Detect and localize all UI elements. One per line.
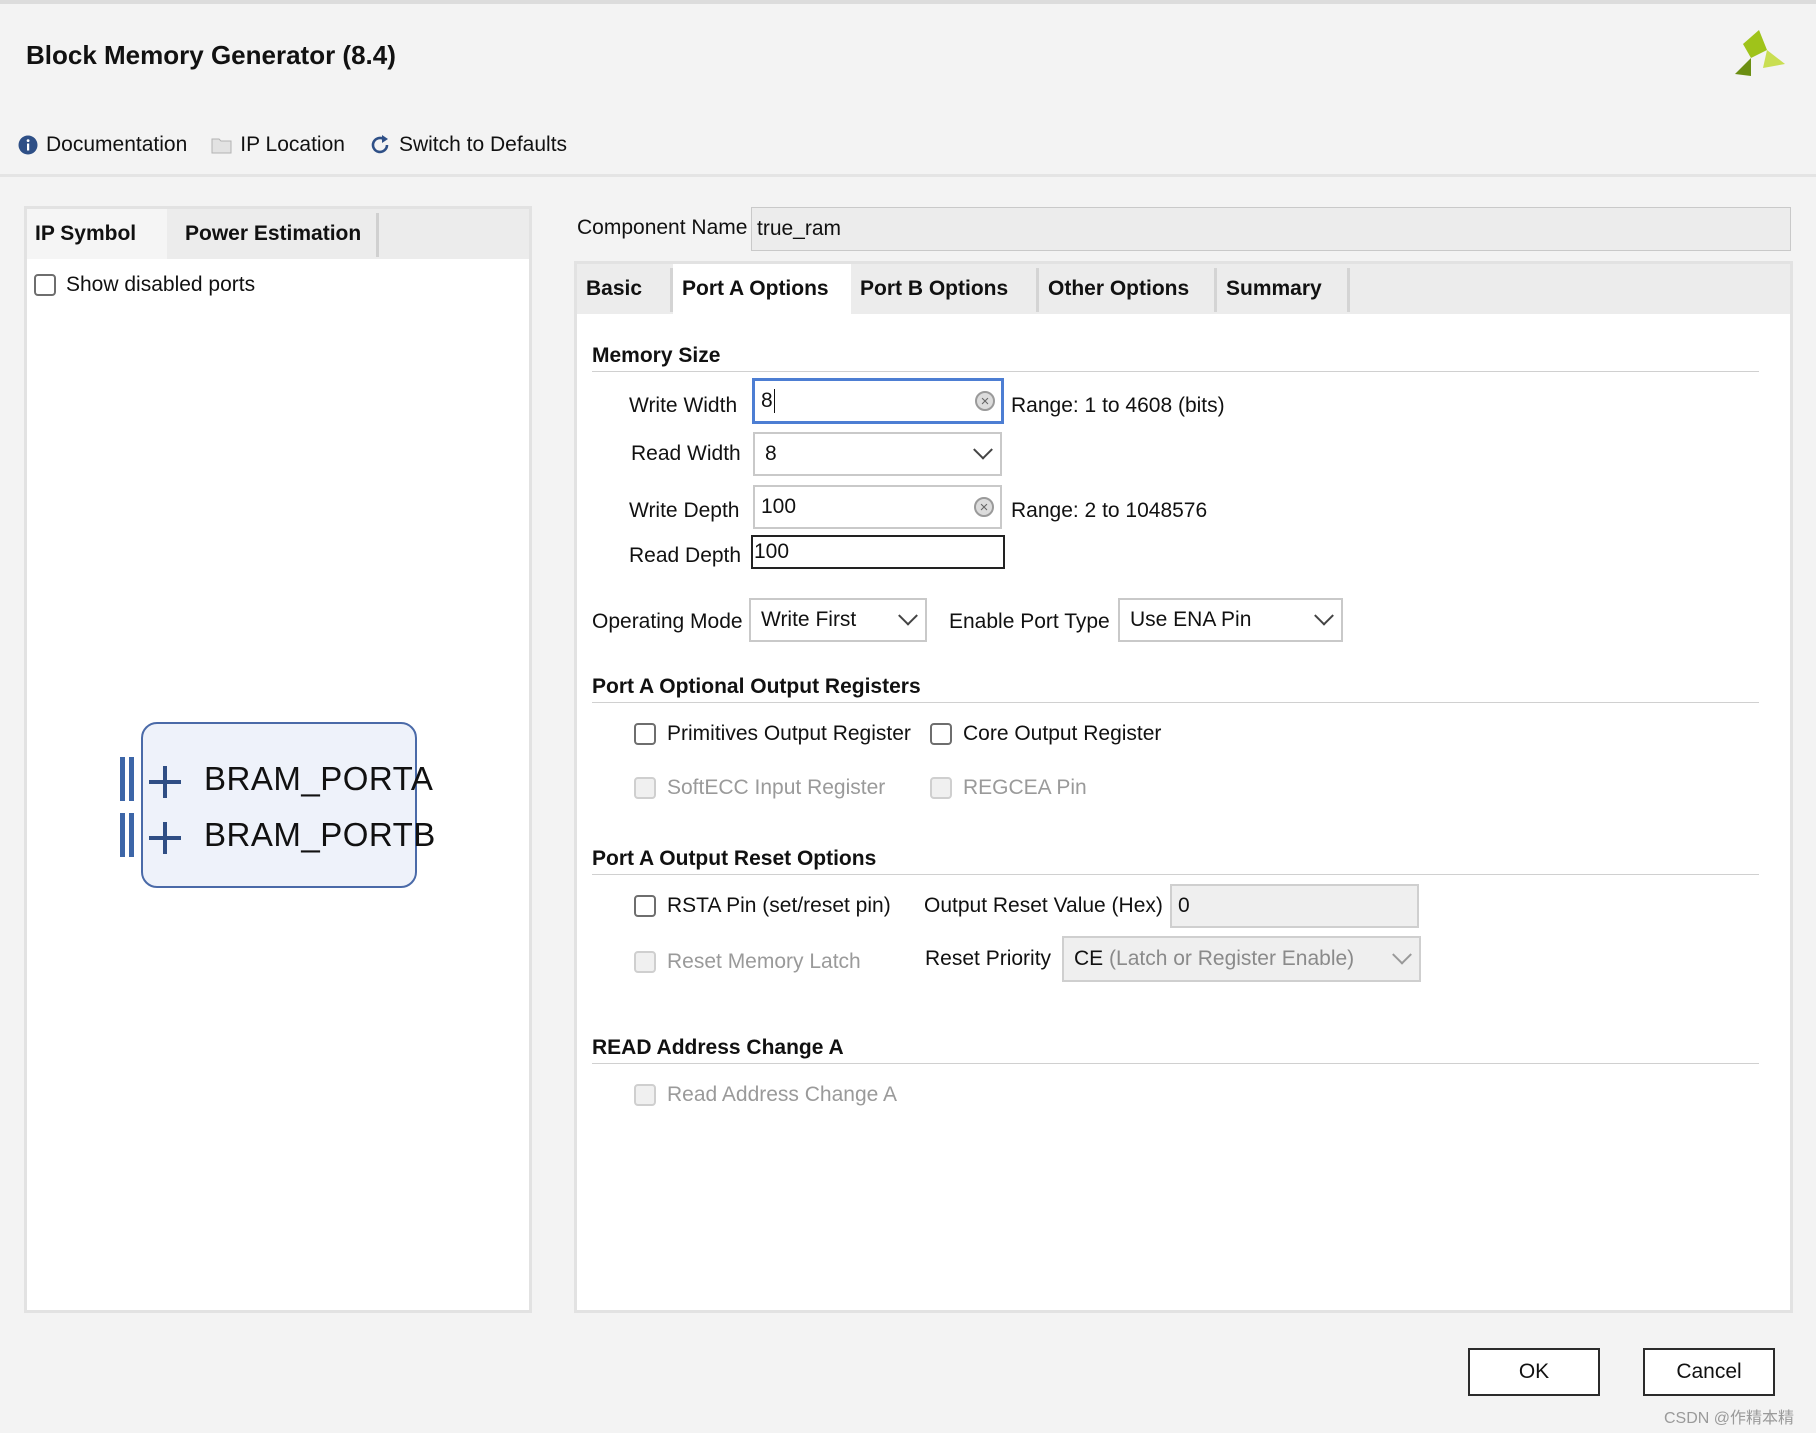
toolbar: Documentation IP Location Switch to Defa… [18, 130, 591, 160]
chevron-down-icon [898, 605, 918, 626]
operating-mode-select[interactable]: Write First [749, 598, 927, 642]
reset-priority-select[interactable]: CE (Latch or Register Enable) [1062, 936, 1421, 982]
ok-button[interactable]: OK [1468, 1348, 1600, 1396]
port-label-bram-porta: BRAM_PORTA [204, 760, 434, 797]
tab-other-options[interactable]: Other Options [1039, 264, 1217, 314]
write-depth-value: 100 [761, 495, 797, 518]
reset-priority-label: Reset Priority [925, 947, 1052, 970]
show-disabled-ports-checkbox[interactable] [34, 274, 56, 296]
tab-basic[interactable]: Basic [577, 264, 673, 314]
switch-to-defaults-label: Switch to Defaults [398, 133, 568, 156]
reset-memory-latch-label: Reset Memory Latch [667, 950, 861, 973]
ip-location-label: IP Location [240, 133, 345, 156]
component-name-label: Component Name [577, 216, 748, 239]
documentation-button[interactable]: Documentation [18, 133, 187, 157]
operating-mode-label: Operating Mode [592, 610, 743, 633]
write-width-range: Range: 1 to 4608 (bits) [1011, 394, 1225, 417]
component-name-field[interactable]: true_ram [751, 207, 1791, 251]
softecc-input-register-label: SoftECC Input Register [667, 776, 886, 799]
rsta-pin-checkbox[interactable] [634, 895, 656, 917]
read-width-select[interactable]: 8 [753, 432, 1002, 476]
switch-to-defaults-button[interactable]: Switch to Defaults [369, 133, 567, 157]
write-width-input[interactable]: 8 × [752, 378, 1004, 424]
tab-separator [1347, 268, 1350, 312]
section-divider [592, 874, 1759, 875]
port-b-bus-bar [120, 813, 125, 857]
section-divider [592, 702, 1759, 703]
write-width-value: 8 [761, 389, 773, 412]
enable-port-type-select[interactable]: Use ENA Pin [1118, 598, 1343, 642]
read-address-change-label: Read Address Change A [667, 1083, 897, 1106]
operating-mode-value: Write First [761, 608, 857, 631]
port-label-bram-portb: BRAM_PORTB [204, 816, 436, 853]
read-address-change-heading: READ Address Change A [592, 1036, 844, 1059]
chevron-down-icon [1392, 944, 1412, 965]
clear-icon[interactable]: × [974, 497, 994, 517]
memory-size-heading: Memory Size [592, 344, 721, 367]
regcea-pin-checkbox[interactable] [930, 777, 952, 799]
ip-symbol-block [141, 722, 417, 888]
read-depth-field[interactable]: 100 [751, 535, 1005, 569]
port-b-bus-bar [129, 813, 134, 857]
write-depth-input[interactable]: 100 × [753, 485, 1002, 529]
show-disabled-ports-label: Show disabled ports [66, 273, 256, 296]
port-a-bus-bar [129, 757, 134, 801]
softecc-input-register-checkbox[interactable] [634, 777, 656, 799]
toolbar-divider [0, 174, 1816, 177]
read-address-change-checkbox[interactable] [634, 1084, 656, 1106]
output-reset-value: 0 [1178, 894, 1190, 917]
section-divider [592, 1063, 1759, 1064]
tab-power-estimation[interactable]: Power Estimation [173, 209, 397, 259]
window-title: Block Memory Generator (8.4) [26, 40, 396, 70]
documentation-label: Documentation [46, 133, 188, 156]
output-reset-value-field[interactable]: 0 [1170, 884, 1419, 928]
reset-priority-hint: (Latch or Register Enable) [1109, 947, 1355, 970]
primitives-output-register-label: Primitives Output Register [667, 722, 911, 745]
regcea-pin-label: REGCEA Pin [963, 776, 1087, 799]
port-b-expand-icon[interactable] [163, 822, 167, 854]
ip-symbol-panel: IP Symbol Power Estimation Show disabled… [24, 206, 532, 1313]
port-a-bus-bar [120, 757, 125, 801]
tab-port-a-options[interactable]: Port A Options [673, 264, 851, 314]
ip-location-button[interactable]: IP Location [211, 133, 345, 157]
write-width-label: Write Width [629, 394, 738, 417]
core-output-register-checkbox[interactable] [930, 723, 952, 745]
cancel-button[interactable]: Cancel [1643, 1348, 1775, 1396]
write-depth-label: Write Depth [629, 499, 740, 522]
tab-port-b-options[interactable]: Port B Options [851, 264, 1029, 314]
text-cursor [773, 389, 776, 413]
rsta-pin-label: RSTA Pin (set/reset pin) [667, 894, 891, 917]
core-output-register-label: Core Output Register [963, 722, 1162, 745]
section-divider [592, 371, 1759, 372]
read-width-label: Read Width [631, 442, 741, 465]
tab-summary[interactable]: Summary [1217, 264, 1344, 314]
watermark: CSDN @作精本精 [1664, 1410, 1795, 1427]
enable-port-type-value: Use ENA Pin [1130, 608, 1252, 631]
info-icon [18, 135, 38, 155]
write-depth-range: Range: 2 to 1048576 [1011, 499, 1208, 522]
port-a-expand-icon[interactable] [163, 766, 167, 798]
chevron-down-icon [1314, 605, 1334, 626]
optional-output-registers-heading: Port A Optional Output Registers [592, 675, 921, 698]
primitives-output-register-checkbox[interactable] [634, 723, 656, 745]
read-width-value: 8 [765, 442, 777, 465]
output-reset-options-heading: Port A Output Reset Options [592, 847, 877, 870]
read-depth-label: Read Depth [629, 544, 742, 567]
refresh-icon [371, 135, 389, 154]
clear-icon[interactable]: × [975, 391, 995, 411]
xilinx-logo-icon [1735, 30, 1785, 76]
output-reset-value-label: Output Reset Value (Hex) [924, 894, 1163, 917]
tab-ip-symbol[interactable]: IP Symbol [27, 209, 167, 259]
reset-priority-value: CE [1074, 947, 1104, 970]
reset-memory-latch-checkbox[interactable] [634, 951, 656, 973]
tab-separator [376, 213, 379, 257]
folder-icon [211, 138, 232, 154]
chevron-down-icon [973, 439, 993, 460]
window-top-border [0, 0, 1816, 4]
enable-port-type-label: Enable Port Type [949, 610, 1110, 633]
